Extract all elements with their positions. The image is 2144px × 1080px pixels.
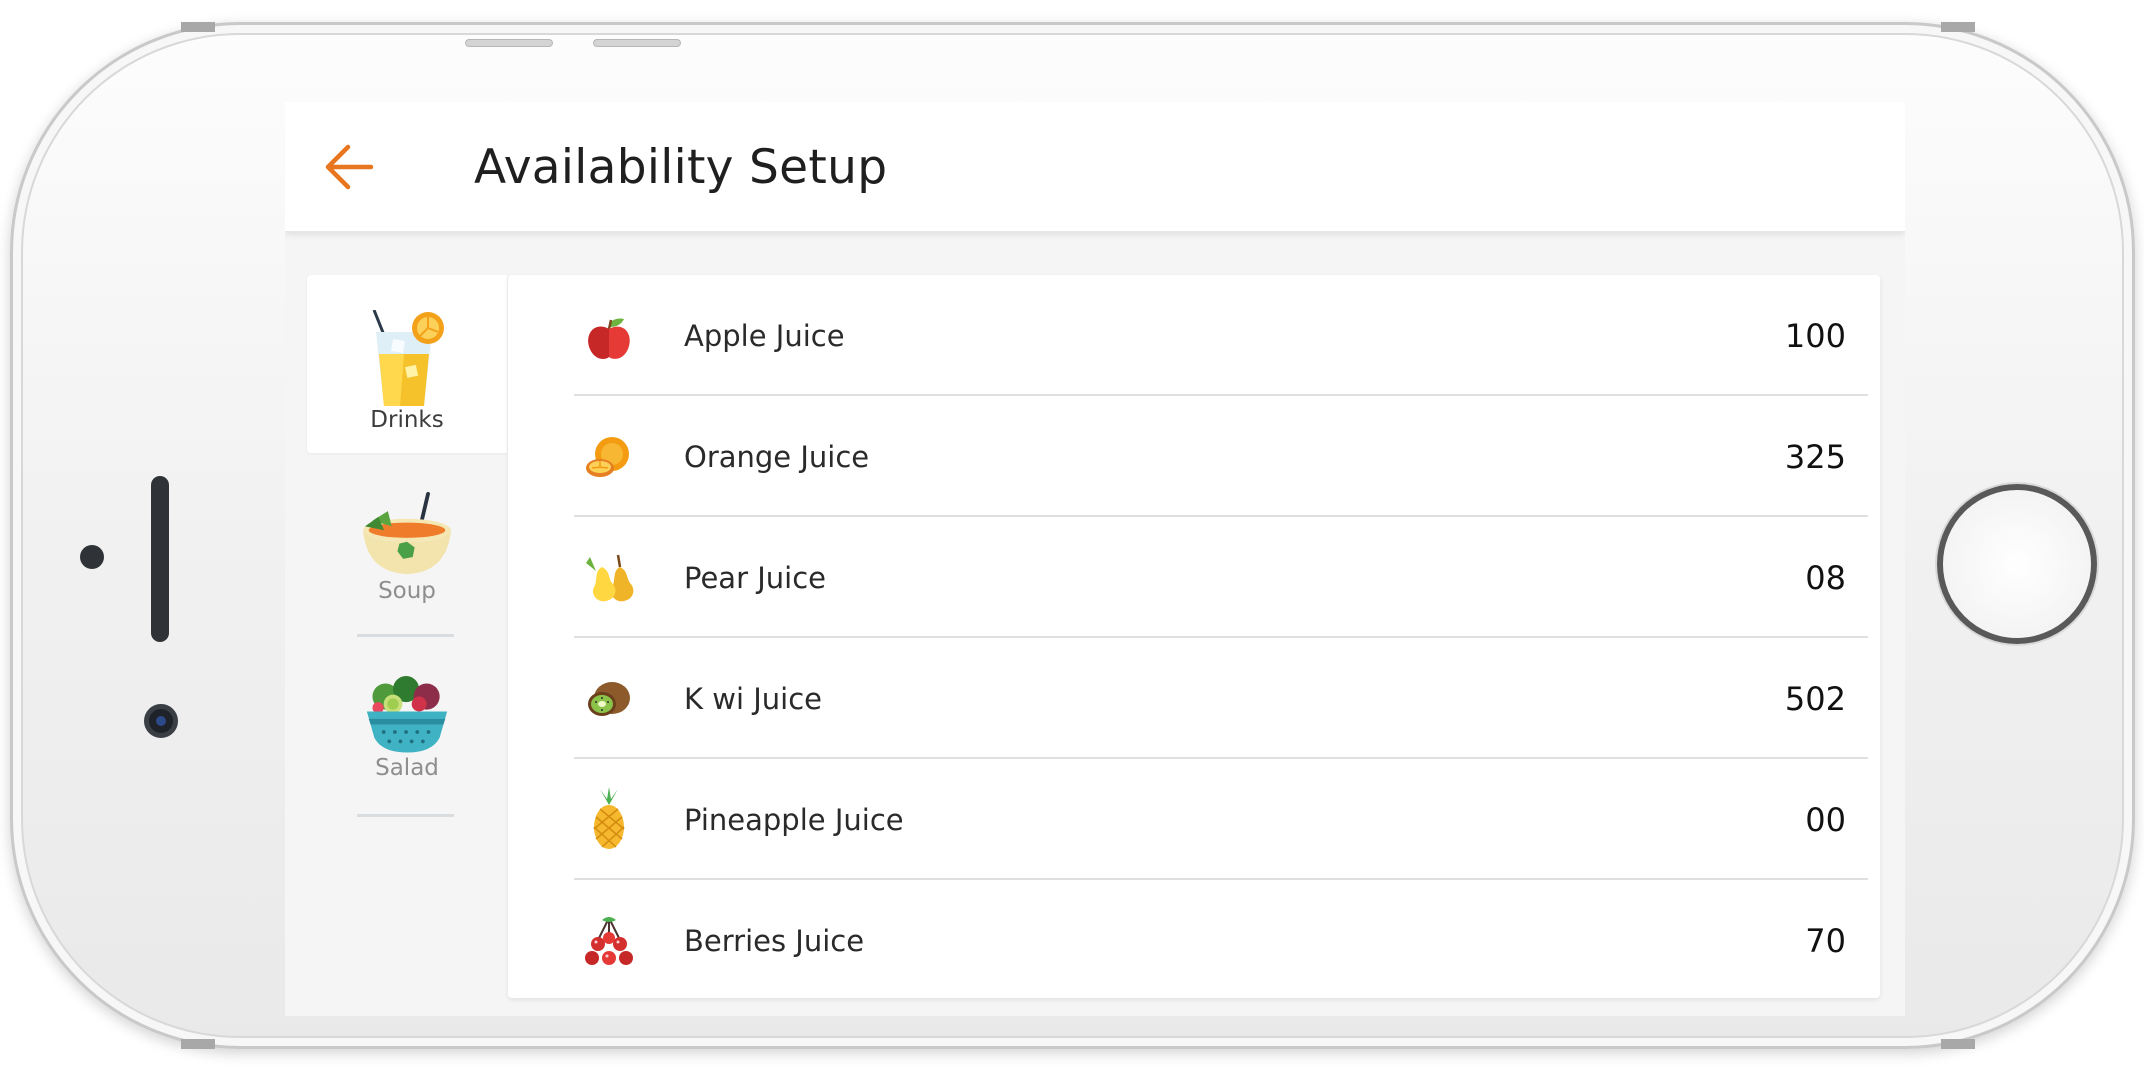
item-count[interactable]: 00 xyxy=(1805,801,1846,839)
antenna-band xyxy=(1941,22,1975,32)
item-name: Pear Juice xyxy=(684,561,826,595)
item-name: Orange Juice xyxy=(684,440,870,474)
item-name: K wi Juice xyxy=(684,682,823,716)
home-button[interactable] xyxy=(1937,484,2097,644)
juice-glass-icon xyxy=(372,310,444,406)
front-camera xyxy=(144,704,178,738)
category-divider xyxy=(357,814,454,817)
item-count[interactable]: 325 xyxy=(1785,438,1846,476)
arrow-left-icon[interactable] xyxy=(323,142,375,192)
kiwi-icon xyxy=(588,682,630,716)
list-item[interactable]: Pear Juice 08 xyxy=(574,517,1868,638)
list-item[interactable]: Apple Juice 100 xyxy=(574,275,1868,396)
category-label: Salad xyxy=(375,755,439,781)
volume-button xyxy=(465,39,553,47)
item-name: Pineapple Juice xyxy=(684,803,904,837)
item-count[interactable]: 08 xyxy=(1805,559,1846,597)
orange-icon xyxy=(586,437,629,477)
apple-icon xyxy=(588,318,630,359)
app-bar: Availability Setup xyxy=(285,102,1905,232)
item-count[interactable]: 502 xyxy=(1785,680,1846,718)
category-salad[interactable]: Salad xyxy=(307,672,507,817)
proximity-sensor xyxy=(80,545,104,569)
app-screen: Availability Setup Drinks Soup Salad App… xyxy=(285,102,1905,1016)
phone-frame: Availability Setup Drinks Soup Salad App… xyxy=(10,22,2135,1049)
antenna-band xyxy=(181,22,215,32)
salad-bowl-icon xyxy=(366,676,448,753)
antenna-band xyxy=(181,1039,215,1049)
item-name: Berries Juice xyxy=(684,924,865,958)
item-count[interactable]: 100 xyxy=(1785,317,1846,355)
category-divider xyxy=(357,634,454,637)
berries-icon xyxy=(585,917,633,965)
list-item[interactable]: Orange Juice 325 xyxy=(574,396,1868,517)
speaker-grille xyxy=(151,476,169,642)
volume-button xyxy=(593,39,681,47)
category-label: Soup xyxy=(378,578,436,604)
category-soup[interactable]: Soup xyxy=(307,492,507,637)
item-count[interactable]: 70 xyxy=(1805,922,1846,960)
list-item[interactable]: Berries Juice 70 xyxy=(574,880,1868,1001)
list-item[interactable]: Pineapple Juice 00 xyxy=(574,759,1868,880)
antenna-band xyxy=(1941,1039,1975,1049)
item-name: Apple Juice xyxy=(684,319,845,353)
soup-bowl-icon xyxy=(363,492,451,575)
category-drinks[interactable]: Drinks xyxy=(307,275,507,453)
pear-icon xyxy=(586,554,634,602)
pineapple-icon xyxy=(593,787,625,849)
availability-list: Apple Juice 100 Orange Juice 325 Pear Ju… xyxy=(508,275,1880,998)
list-item[interactable]: K wi Juice 502 xyxy=(574,638,1868,759)
page-title: Availability Setup xyxy=(474,140,888,195)
category-label: Drinks xyxy=(370,407,444,433)
